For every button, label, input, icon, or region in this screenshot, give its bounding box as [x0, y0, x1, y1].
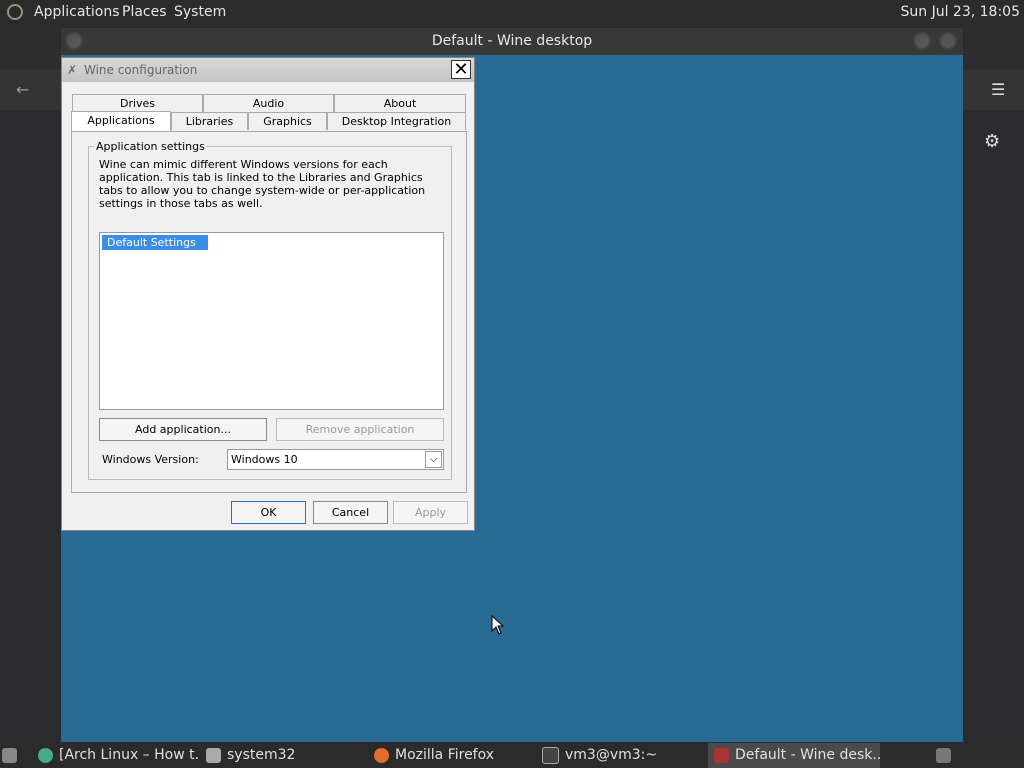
- taskbar-item-firefox[interactable]: Mozilla Firefox: [374, 743, 534, 768]
- taskbar-item-browser[interactable]: [Arch Linux – How t...: [38, 743, 198, 768]
- windows-version-label: Windows Version:: [102, 453, 199, 466]
- group-description: Wine can mimic different Windows version…: [99, 158, 426, 210]
- window-button-icon[interactable]: [65, 32, 83, 50]
- system-menu[interactable]: System: [174, 4, 226, 20]
- taskbar-item-terminal[interactable]: vm3@vm3:~: [542, 743, 702, 768]
- taskbar-label: system32: [227, 747, 296, 763]
- taskbar-item-files[interactable]: system32: [206, 743, 356, 768]
- tab-about[interactable]: About: [334, 94, 466, 112]
- gear-icon[interactable]: ⚙: [984, 131, 1000, 152]
- show-desktop-button[interactable]: [2, 743, 22, 768]
- back-arrow-icon[interactable]: ←: [16, 80, 29, 99]
- minimize-icon[interactable]: [913, 32, 931, 50]
- menu-icon[interactable]: ☰: [991, 80, 1005, 99]
- close-button[interactable]: ✕: [451, 60, 471, 79]
- taskbar-label: [Arch Linux – How t...: [59, 747, 198, 763]
- group-title: Application settings: [94, 140, 207, 153]
- windows-version-select[interactable]: Windows 10 ⌵: [227, 449, 444, 470]
- wine-desktop-titlebar[interactable]: Default - Wine desktop: [61, 28, 963, 55]
- workspace-icon: [936, 747, 951, 763]
- mouse-cursor-icon: [491, 615, 505, 635]
- apply-button[interactable]: Apply: [393, 501, 468, 524]
- folder-icon: [206, 747, 221, 763]
- applications-panel: Application settings Wine can mimic diff…: [71, 131, 467, 493]
- list-item[interactable]: Default Settings: [102, 235, 208, 250]
- taskbar-label: Mozilla Firefox: [395, 747, 495, 763]
- wine-icon: [714, 747, 729, 763]
- clock[interactable]: Sun Jul 23, 18:05: [901, 4, 1021, 20]
- terminal-icon: [542, 746, 559, 764]
- close-icon: ✕: [453, 59, 469, 80]
- tab-audio[interactable]: Audio: [203, 94, 334, 112]
- mate-menu-icon[interactable]: [7, 4, 23, 20]
- wrench-icon: ✗: [67, 63, 78, 77]
- chromium-icon: [38, 747, 53, 763]
- workspace-switcher[interactable]: [936, 743, 958, 768]
- maximize-icon[interactable]: [939, 32, 957, 50]
- top-panel: Applications Places System Sun Jul 23, 1…: [0, 0, 1024, 25]
- remove-application-button[interactable]: Remove application: [276, 418, 444, 441]
- windows-version-value: Windows 10: [231, 453, 298, 466]
- taskbar-label: Default - Wine desk...: [735, 747, 880, 763]
- tab-libraries[interactable]: Libraries: [171, 112, 248, 130]
- ok-button[interactable]: OK: [231, 501, 306, 524]
- applications-menu[interactable]: Applications: [34, 4, 120, 20]
- tab-drives[interactable]: Drives: [72, 94, 203, 112]
- taskbar-label: vm3@vm3:~: [565, 747, 658, 763]
- taskbar-item-wine[interactable]: Default - Wine desk...: [708, 743, 880, 768]
- add-application-button[interactable]: Add application...: [99, 418, 267, 441]
- firefox-icon: [374, 747, 389, 763]
- tab-graphics[interactable]: Graphics: [248, 112, 327, 130]
- application-list[interactable]: Default Settings: [99, 232, 444, 410]
- application-settings-group: Application settings Wine can mimic diff…: [88, 140, 452, 480]
- dialog-title: Wine configuration: [84, 63, 198, 77]
- taskbar: [Arch Linux – How t... system32 Mozilla …: [0, 743, 1024, 768]
- wine-desktop-title: Default - Wine desktop: [431, 33, 593, 49]
- cancel-button[interactable]: Cancel: [313, 501, 388, 524]
- dialog-titlebar[interactable]: ✗ Wine configuration ✕: [62, 58, 474, 82]
- wine-config-dialog: ✗ Wine configuration ✕ Drives Audio Abou…: [61, 57, 475, 531]
- tab-desktop-integration[interactable]: Desktop Integration: [327, 112, 466, 130]
- chevron-down-icon[interactable]: ⌵: [425, 451, 442, 468]
- desktop-icon: [2, 747, 17, 763]
- tab-applications[interactable]: Applications: [71, 111, 171, 131]
- places-menu[interactable]: Places: [122, 4, 167, 20]
